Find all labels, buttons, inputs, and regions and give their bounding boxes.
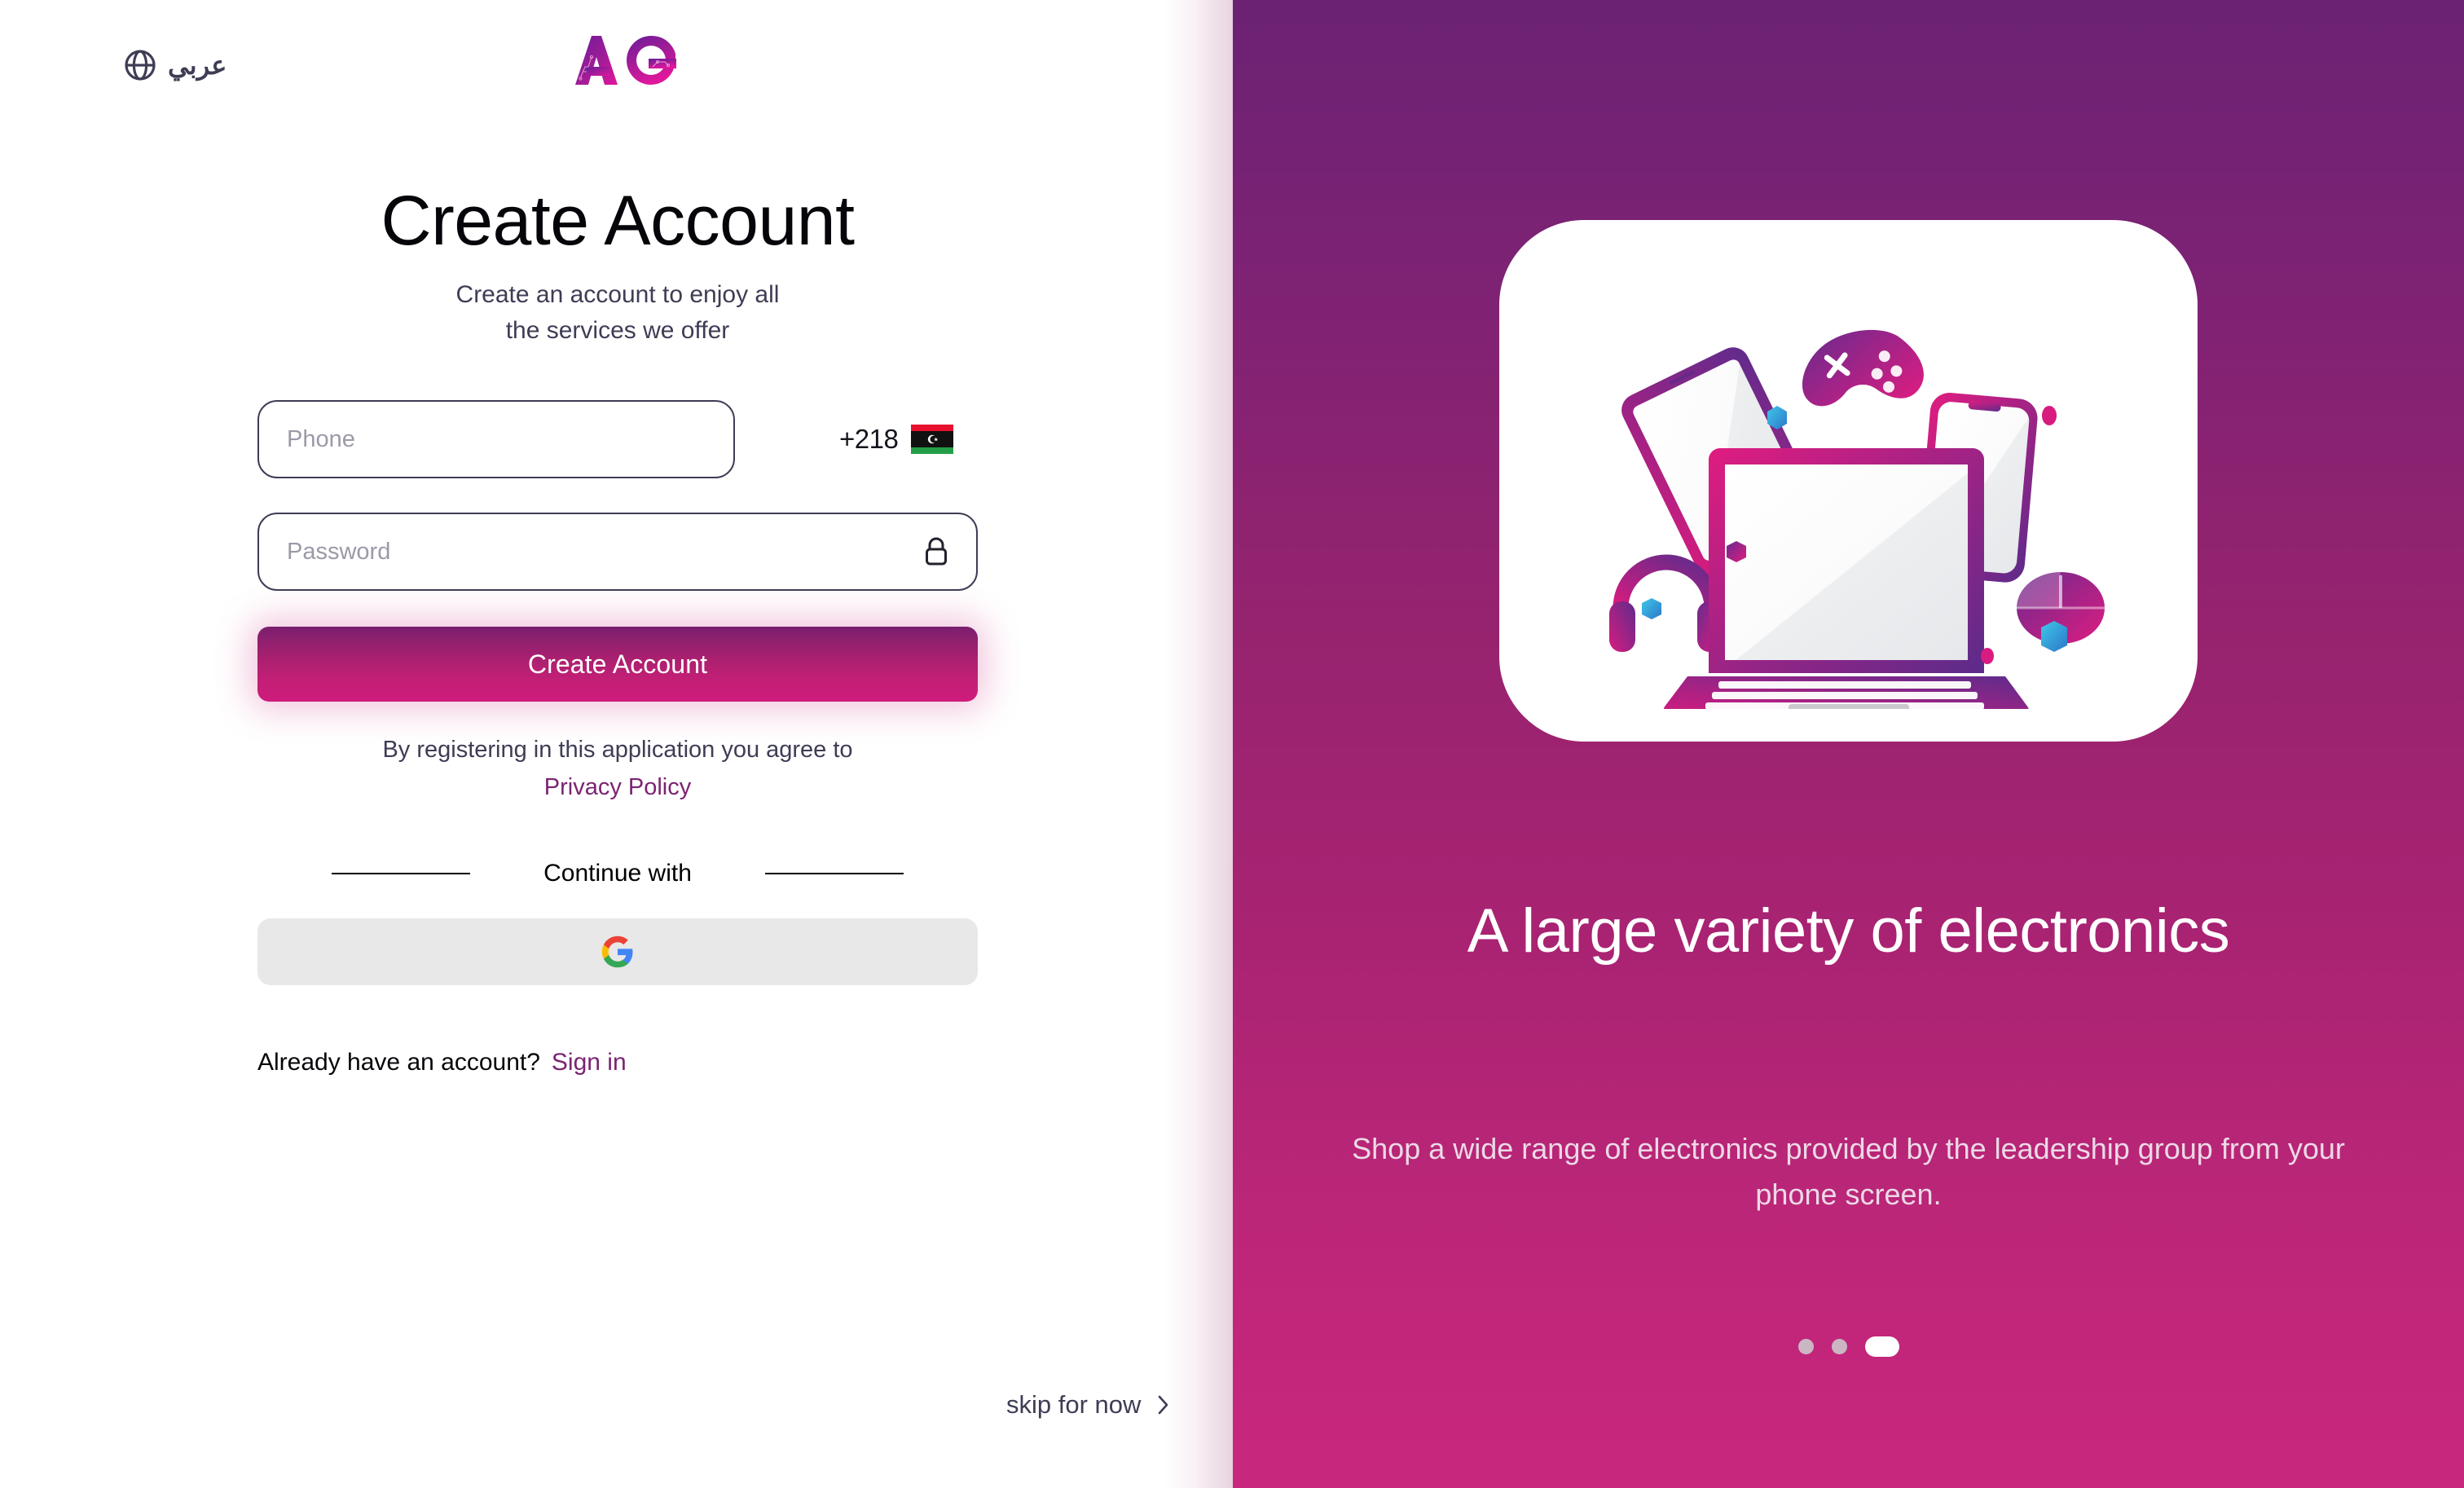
page-subtitle: Create an account to enjoy all the servi… [257,277,978,348]
electronics-devices-illustration [1564,253,2134,709]
country-code-label: +218 [839,424,899,454]
phone-row: +218 [257,400,978,478]
promo-subtext: Shop a wide range of electronics provide… [1352,1132,2345,1211]
page-subtitle-line1: Create an account to enjoy all [455,281,780,308]
promo-headline: A large variety of electronics [1467,896,2230,966]
promo-panel: A large variety of electronics Shop a wi… [1233,0,2464,1488]
signin-prompt-row: Already have an account? Sign in [257,1049,978,1076]
create-account-button[interactable]: Create Account [257,627,978,702]
language-switcher[interactable]: عربي [124,49,227,81]
page-subtitle-line2: the services we offer [505,316,730,344]
carousel-dot-2[interactable] [1831,1339,1847,1354]
illustration-card [1499,220,2198,742]
signin-link[interactable]: Sign in [552,1049,627,1076]
signin-prompt-label: Already have an account? [257,1049,540,1076]
page-title: Create Account [381,182,855,260]
continue-with-label: Continue with [543,860,692,887]
phone-input[interactable] [257,400,735,478]
continue-with-divider: Continue with [257,860,978,887]
skip-for-now-button[interactable]: skip for now [1006,1390,1170,1420]
carousel-dots [1233,1336,2464,1357]
google-icon [601,935,635,969]
divider-line-right [764,872,904,875]
password-row [257,513,978,591]
libya-flag-icon [911,425,954,454]
carousel-dot-3-active[interactable] [1864,1336,1899,1357]
chevron-right-icon [1157,1394,1170,1415]
privacy-policy-link[interactable]: Privacy Policy [257,770,978,804]
terms-text: By registering in this application you a… [257,733,978,804]
signup-form: Create Account Create an account to enjo… [257,0,978,1076]
carousel-dot-1[interactable] [1797,1339,1814,1354]
language-label: عربي [168,51,227,80]
password-input[interactable] [257,513,978,591]
signup-panel: عربي Create Account Create an account to… [0,0,1233,1488]
google-signin-button[interactable] [257,918,978,986]
divider-line-left [332,872,471,875]
terms-label: By registering in this application you a… [382,737,853,763]
country-code-selector[interactable]: +218 [839,424,954,455]
globe-icon [124,49,156,81]
skip-for-now-label: skip for now [1006,1390,1142,1419]
